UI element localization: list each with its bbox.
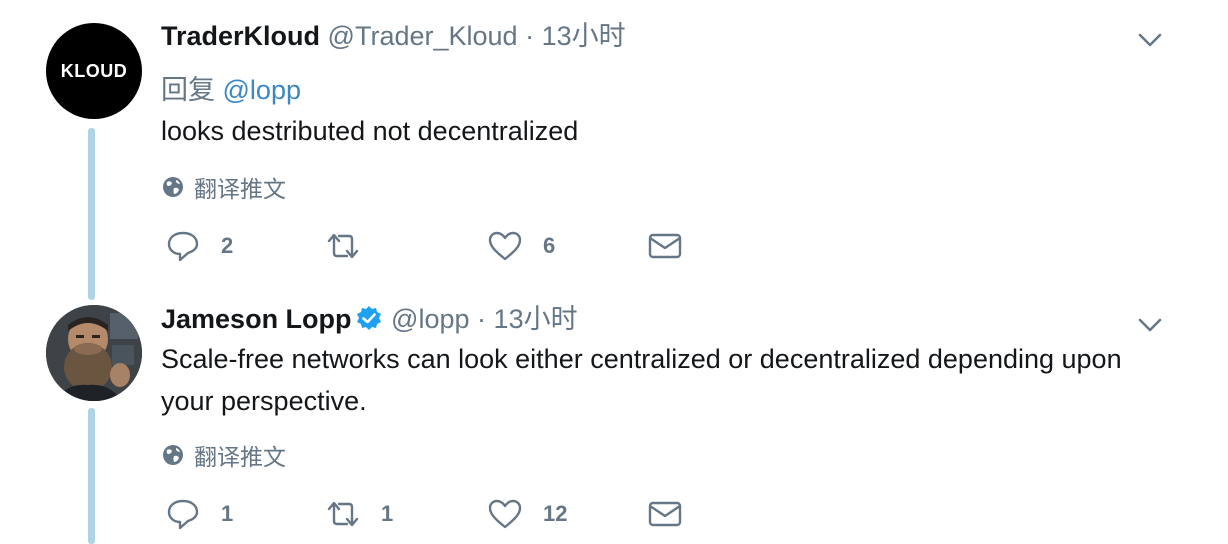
tweet-jameson-lopp[interactable]: Jameson Lopp @lopp · 13小时 Scale-free net… (0, 300, 1228, 544)
heart-icon (488, 231, 522, 261)
globe-icon (163, 445, 183, 465)
direct-message-button[interactable] (647, 494, 683, 534)
avatar-portrait-icon (46, 305, 142, 401)
reply-mention-link[interactable]: @lopp (223, 75, 301, 105)
separator-dot: · (477, 304, 487, 334)
replying-to: 回复 @lopp (161, 68, 301, 107)
display-name[interactable]: TraderKloud (161, 21, 320, 51)
avatar-logo-text: KLOUD (60, 60, 128, 81)
tweet-actions: 1 1 12 (0, 494, 1228, 534)
retweet-button[interactable] (325, 226, 381, 266)
envelope-icon (648, 501, 682, 527)
envelope-icon (648, 233, 682, 259)
translate-tweet-link[interactable]: 翻译推文 (162, 170, 286, 204)
avatar[interactable]: KLOUD (46, 23, 142, 119)
reply-count: 1 (221, 501, 234, 526)
reply-count: 2 (221, 233, 234, 258)
retweet-button[interactable]: 1 (325, 494, 393, 534)
translate-label: 翻译推文 (194, 444, 286, 470)
tweet-text: Scale-free networks can look either cent… (161, 344, 1122, 416)
tweet-actions: 2 6 (0, 226, 1228, 266)
tweet-header: Jameson Lopp @lopp · 13小时 (161, 303, 578, 335)
verified-badge-icon (356, 306, 381, 330)
reply-button[interactable]: 1 (165, 494, 233, 534)
reply-icon (167, 499, 199, 530)
reply-button[interactable]: 2 (165, 226, 233, 266)
reply-prefix: 回复 (161, 75, 215, 105)
like-count: 6 (543, 233, 556, 258)
display-name[interactable]: Jameson Lopp (161, 304, 352, 334)
heart-icon (488, 499, 522, 529)
retweet-icon (327, 233, 359, 259)
translate-label: 翻译推文 (194, 176, 286, 202)
retweet-icon (327, 501, 359, 527)
separator-dot: · (525, 21, 535, 51)
timestamp[interactable]: 13小时 (494, 304, 578, 334)
translate-tweet-link[interactable]: 翻译推文 (162, 438, 286, 472)
avatar[interactable] (46, 305, 142, 401)
user-handle[interactable]: @lopp (391, 304, 469, 334)
like-button[interactable]: 6 (487, 226, 555, 266)
tweet-text: looks destributed not decentralized (161, 116, 579, 146)
globe-icon (163, 177, 183, 197)
reply-icon (167, 231, 199, 262)
tweet-trader-kloud[interactable]: KLOUD TraderKloud @Trader_Kloud · 13小时 回… (0, 0, 1228, 300)
timestamp[interactable]: 13小时 (542, 21, 626, 51)
like-count: 12 (543, 501, 568, 526)
chevron-down-icon[interactable] (1137, 32, 1163, 48)
like-button[interactable]: 12 (487, 494, 567, 534)
direct-message-button[interactable] (647, 226, 683, 266)
tweet-header: TraderKloud @Trader_Kloud · 13小时 (161, 20, 626, 52)
retweet-count: 1 (381, 501, 394, 526)
chevron-down-icon[interactable] (1137, 317, 1163, 333)
user-handle[interactable]: @Trader_Kloud (328, 21, 518, 51)
